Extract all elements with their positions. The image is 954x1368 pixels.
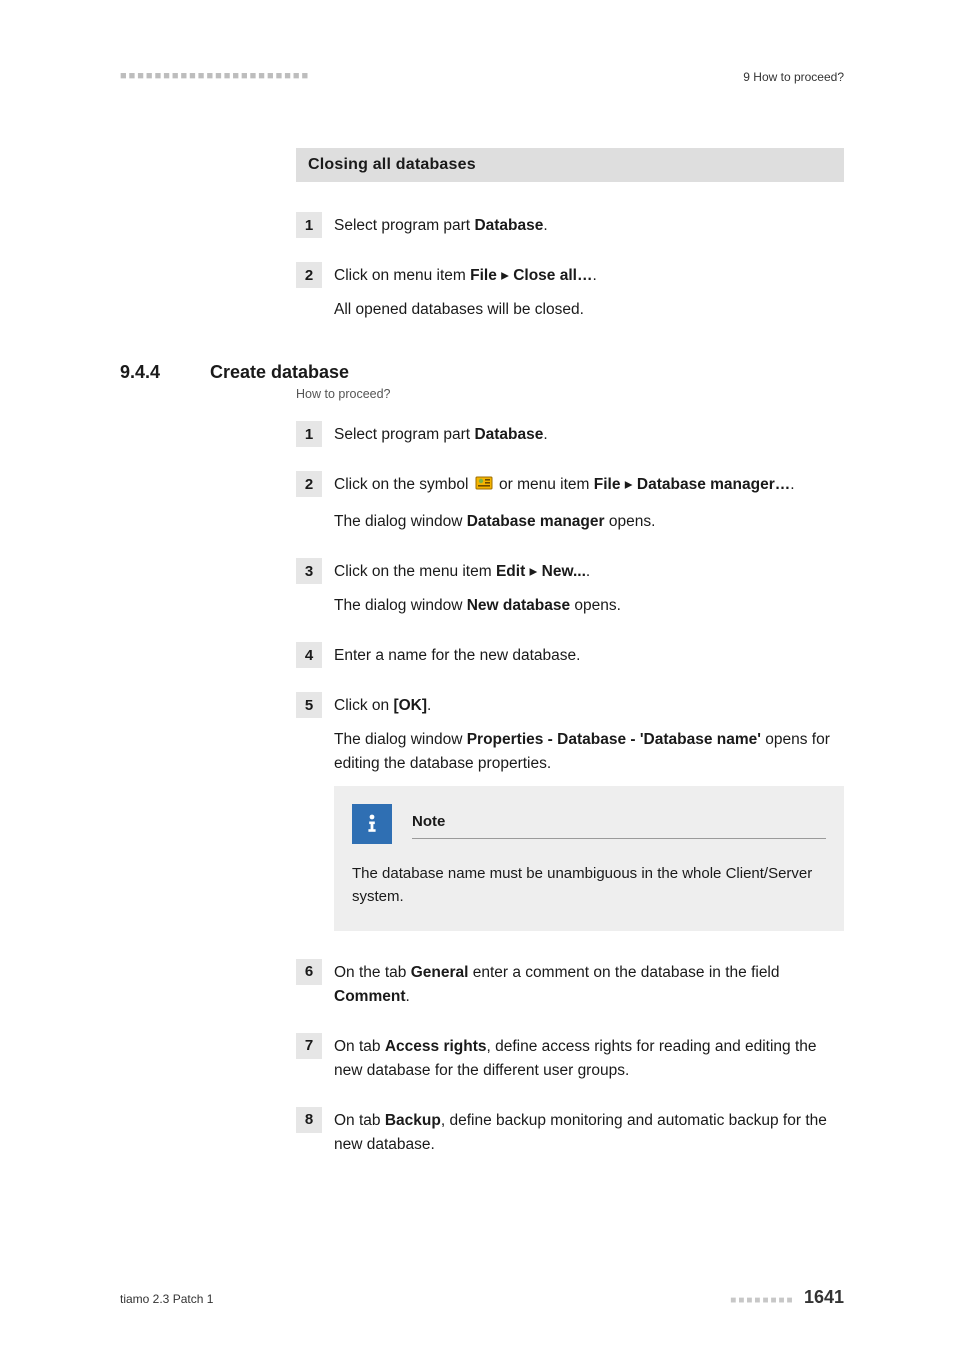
step-text: Click on the symbol or menu item File ▸ … xyxy=(334,473,795,500)
stepB-8: 8 On tab Backup, define backup monitorin… xyxy=(296,1107,844,1157)
step-text: Click on the menu item Edit ▸ New.... xyxy=(334,560,621,584)
stepB-7: 7 On tab Access rights, define access ri… xyxy=(296,1033,844,1083)
stepB-1: 1 Select program part Database. xyxy=(296,421,844,447)
breadcrumb: 9 How to proceed? xyxy=(743,70,844,84)
footer-dots: ■■■■■■■■ xyxy=(730,1295,794,1306)
stepB-4: 4 Enter a name for the new database. xyxy=(296,642,844,668)
step-text: Click on menu item File ▸ Close all…. xyxy=(334,264,597,288)
step-number: 6 xyxy=(296,959,322,985)
database-manager-icon xyxy=(475,474,493,500)
step-number: 5 xyxy=(296,692,322,718)
page-number: 1641 xyxy=(804,1287,844,1307)
note-title: Note xyxy=(412,813,445,830)
step-number: 2 xyxy=(296,471,322,497)
step-text: On tab Access rights, define access righ… xyxy=(334,1035,844,1083)
step-result: The dialog window Database manager opens… xyxy=(334,510,795,534)
step-text: Select program part Database. xyxy=(334,214,548,238)
stepA-2: 2 Click on menu item File ▸ Close all…. … xyxy=(296,262,844,322)
stepB-5: 5 Click on [OK]. The dialog window Prope… xyxy=(296,692,844,931)
step-number: 2 xyxy=(296,262,322,288)
stepB-2: 2 Click on the symbol or menu item File xyxy=(296,471,844,534)
step-text: Enter a name for the new database. xyxy=(334,644,580,668)
footer-product: tiamo 2.3 Patch 1 xyxy=(120,1292,213,1306)
info-icon xyxy=(352,804,392,844)
header-dots: ■■■■■■■■■■■■■■■■■■■■■■ xyxy=(120,70,310,82)
step-number: 8 xyxy=(296,1107,322,1133)
step-text: On the tab General enter a comment on th… xyxy=(334,961,844,1009)
step-text: Select program part Database. xyxy=(334,423,548,447)
heading-create-database: 9.4.4 Create database xyxy=(120,362,844,383)
footer-page: ■■■■■■■■ 1641 xyxy=(730,1287,844,1308)
step-text: On tab Backup, define backup monitoring … xyxy=(334,1109,844,1157)
page-header: ■■■■■■■■■■■■■■■■■■■■■■ 9 How to proceed? xyxy=(120,70,844,84)
step-number: 1 xyxy=(296,212,322,238)
section-title-closing: Closing all databases xyxy=(296,148,844,182)
page-footer: tiamo 2.3 Patch 1 ■■■■■■■■ 1641 xyxy=(120,1287,844,1308)
note-body: The database name must be unambiguous in… xyxy=(352,862,826,909)
step-result: The dialog window New database opens. xyxy=(334,594,621,618)
note-box: Note The database name must be unambiguo… xyxy=(334,786,844,931)
step-number: 1 xyxy=(296,421,322,447)
step-number: 4 xyxy=(296,642,322,668)
step-result: All opened databases will be closed. xyxy=(334,298,597,322)
stepB-6: 6 On the tab General enter a comment on … xyxy=(296,959,844,1009)
step-number: 3 xyxy=(296,558,322,584)
step-number: 7 xyxy=(296,1033,322,1059)
step-result: The dialog window Properties - Database … xyxy=(334,728,844,776)
stepA-1: 1 Select program part Database. xyxy=(296,212,844,238)
step-text: Click on [OK]. xyxy=(334,694,844,718)
heading-number: 9.4.4 xyxy=(120,362,210,383)
heading-title: Create database xyxy=(210,362,349,383)
stepB-3: 3 Click on the menu item Edit ▸ New.... … xyxy=(296,558,844,618)
heading-subtitle: How to proceed? xyxy=(296,387,844,401)
